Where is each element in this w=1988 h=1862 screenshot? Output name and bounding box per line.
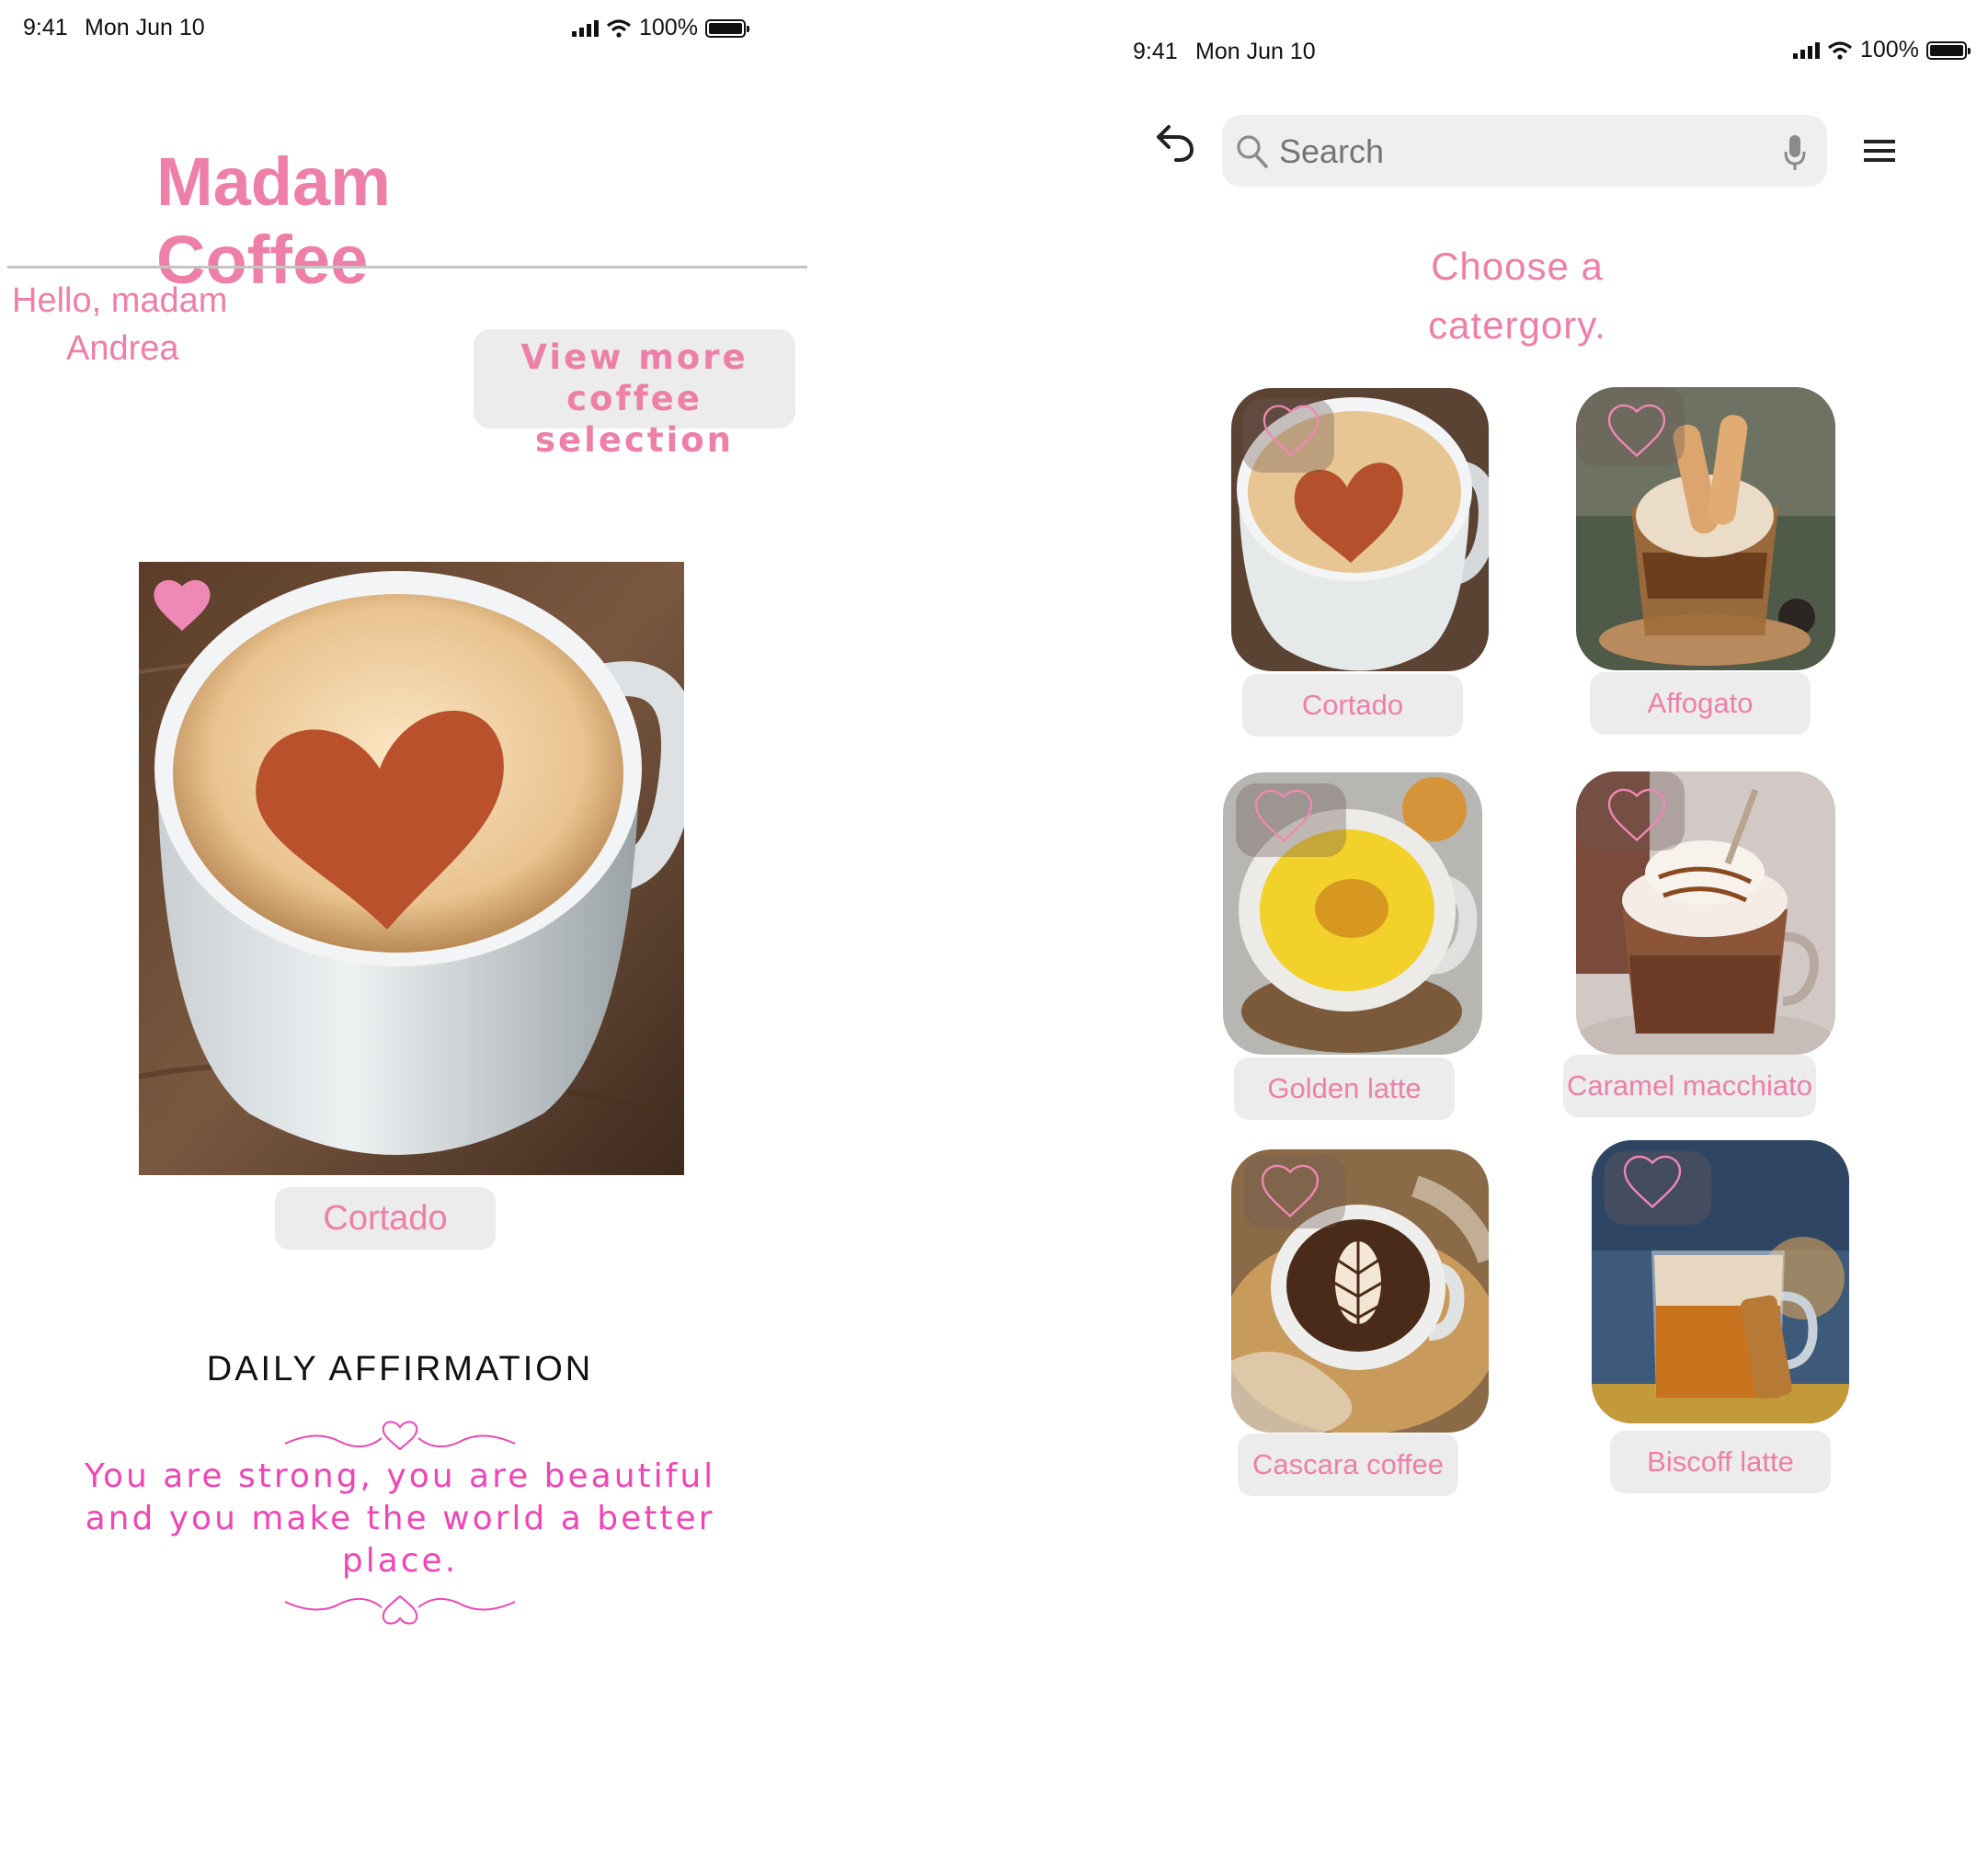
- category-card-caramel-macchiato[interactable]: [1576, 771, 1835, 1055]
- featured-label-chip[interactable]: Cortado: [275, 1187, 496, 1250]
- status-indicators: 100%: [572, 15, 749, 41]
- category-label: Golden latte: [1267, 1072, 1422, 1104]
- category-label: Biscoff latte: [1647, 1445, 1794, 1478]
- signal-icon: [1793, 41, 1820, 59]
- favorite-heart-outline-icon[interactable]: [1251, 783, 1317, 846]
- category-card-golden-latte[interactable]: [1223, 772, 1482, 1055]
- favorite-heart-icon[interactable]: [150, 575, 214, 634]
- battery-percent: 100%: [1860, 37, 1919, 63]
- favorite-heart-outline-icon[interactable]: [1604, 398, 1670, 461]
- category-label-chip[interactable]: Cortado: [1242, 674, 1463, 737]
- category-label-chip[interactable]: Biscoff latte: [1610, 1431, 1831, 1493]
- affirmation-line3: place.: [341, 1542, 459, 1580]
- cortado-photo: [139, 562, 684, 1175]
- category-card-biscoff-latte[interactable]: [1592, 1140, 1849, 1423]
- featured-coffee-image[interactable]: [139, 562, 684, 1175]
- status-indicators: 100%: [1793, 37, 1971, 63]
- category-label-chip[interactable]: Caramel macchiato: [1563, 1055, 1816, 1117]
- status-date: Mon Jun 10: [85, 15, 205, 40]
- wifi-icon: [606, 18, 632, 38]
- category-card-affogato[interactable]: [1576, 387, 1835, 670]
- view-more-label-line1: View more: [520, 337, 748, 377]
- category-label: Affogato: [1647, 687, 1754, 719]
- search-bar[interactable]: [1222, 115, 1827, 187]
- category-heading: Choose a catergory.: [1333, 237, 1701, 355]
- greeting-line1: Hello, madam: [12, 281, 228, 320]
- back-arrow-icon[interactable]: [1154, 123, 1196, 164]
- category-heading-line1: Choose a: [1431, 245, 1604, 288]
- heart-flourish-bottom-icon: [284, 1594, 516, 1625]
- battery-percent: 100%: [639, 15, 698, 40]
- view-more-label-line2: coffee selection: [535, 379, 734, 460]
- status-time: 9:41: [23, 15, 68, 40]
- affirmation-text: You are strong, you are beautiful and yo…: [83, 1456, 717, 1582]
- heart-flourish-top-icon: [284, 1421, 516, 1451]
- affirmation-line2: and you make the world a better: [85, 1500, 715, 1537]
- affirmation-heading: DAILY AFFIRMATION: [206, 1350, 594, 1388]
- favorite-heart-outline-icon[interactable]: [1257, 1159, 1323, 1221]
- category-heading-line2: catergory.: [1428, 303, 1606, 347]
- category-label-chip[interactable]: Affogato: [1590, 672, 1811, 735]
- battery-icon: [1925, 40, 1971, 60]
- category-card-cascara-coffee[interactable]: [1231, 1149, 1489, 1433]
- category-label: Caramel macchiato: [1566, 1069, 1813, 1102]
- greeting-name: Andrea: [66, 329, 179, 368]
- search-icon: [1237, 135, 1268, 168]
- favorite-heart-outline-icon[interactable]: [1259, 399, 1323, 460]
- header-divider: [7, 266, 807, 268]
- favorite-heart-outline-icon[interactable]: [1604, 782, 1670, 845]
- app-title: Madam Coffee: [156, 143, 391, 298]
- battery-icon: [704, 18, 749, 38]
- category-label: Cortado: [1301, 689, 1404, 721]
- affirmation-line1: You are strong, you are beautiful: [84, 1457, 716, 1495]
- status-date: Mon Jun 10: [1195, 39, 1316, 64]
- category-label: Cascara coffee: [1252, 1448, 1444, 1480]
- wifi-icon: [1827, 40, 1853, 60]
- status-time: 9:41: [1133, 39, 1178, 64]
- category-label-chip[interactable]: Golden latte: [1234, 1057, 1455, 1120]
- signal-icon: [572, 19, 599, 37]
- favorite-heart-outline-icon[interactable]: [1619, 1149, 1685, 1212]
- microphone-icon[interactable]: [1783, 133, 1807, 172]
- search-input[interactable]: [1277, 126, 1741, 177]
- category-card-cortado[interactable]: [1231, 388, 1489, 671]
- category-label-chip[interactable]: Cascara coffee: [1238, 1434, 1458, 1496]
- hamburger-menu-icon[interactable]: [1862, 136, 1899, 166]
- featured-label: Cortado: [323, 1199, 448, 1238]
- view-more-coffee-button[interactable]: View more coffee selection: [474, 329, 795, 460]
